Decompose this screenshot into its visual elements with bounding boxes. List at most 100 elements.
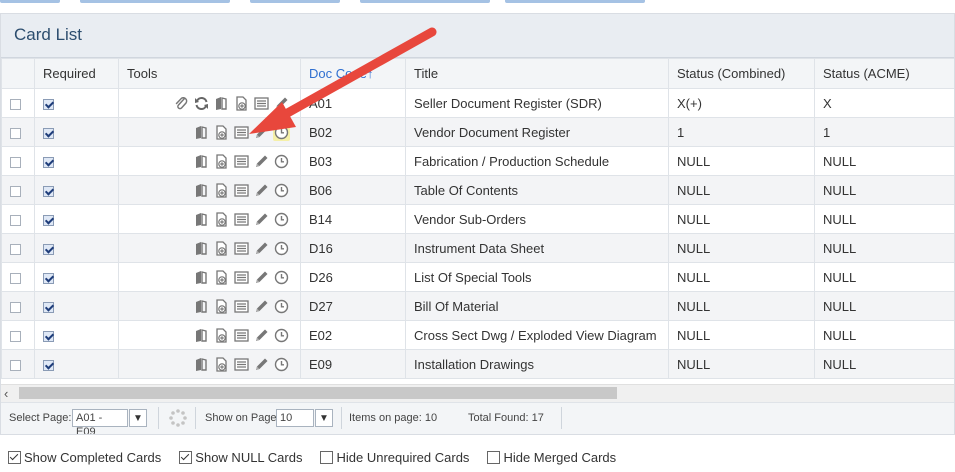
filter-option[interactable]: Hide Unrequired Cards: [320, 450, 469, 465]
list-icon[interactable]: [233, 356, 250, 373]
clock-icon[interactable]: [273, 123, 290, 141]
filter-option[interactable]: Show NULL Cards: [179, 450, 302, 465]
row-select-checkbox[interactable]: [10, 214, 21, 226]
list-icon[interactable]: [233, 298, 250, 315]
pencil-icon[interactable]: [253, 211, 270, 228]
add-doc-icon[interactable]: [213, 269, 230, 286]
copy-icon[interactable]: [193, 153, 210, 170]
required-checkbox[interactable]: [43, 185, 54, 197]
table-row[interactable]: D16 Instrument Data Sheet NULL NULL: [1, 233, 954, 263]
list-icon[interactable]: [233, 269, 250, 286]
required-checkbox[interactable]: [43, 272, 54, 284]
clock-icon[interactable]: [273, 240, 290, 257]
scroll-left-icon[interactable]: ‹: [4, 386, 8, 401]
add-doc-icon[interactable]: [213, 153, 230, 170]
pencil-icon[interactable]: [273, 95, 290, 112]
refresh-icon[interactable]: [193, 95, 210, 112]
pencil-icon[interactable]: [253, 240, 270, 257]
add-doc-icon[interactable]: [213, 356, 230, 373]
required-checkbox[interactable]: [43, 359, 54, 371]
copy-icon[interactable]: [213, 95, 230, 112]
add-doc-icon[interactable]: [213, 298, 230, 315]
list-icon[interactable]: [233, 327, 250, 344]
required-checkbox[interactable]: [43, 127, 54, 139]
paperclip-icon[interactable]: [173, 95, 190, 112]
clock-icon[interactable]: [273, 327, 290, 344]
copy-icon[interactable]: [193, 240, 210, 257]
copy-icon[interactable]: [193, 182, 210, 199]
list-icon[interactable]: [233, 240, 250, 257]
pencil-icon[interactable]: [253, 327, 270, 344]
list-icon[interactable]: [233, 211, 250, 228]
table-row[interactable]: B02 Vendor Document Register 1 1: [1, 117, 954, 147]
filter-option[interactable]: Show Completed Cards: [8, 450, 161, 465]
copy-icon[interactable]: [193, 327, 210, 344]
row-select-checkbox[interactable]: [10, 330, 21, 342]
list-icon[interactable]: [253, 95, 270, 112]
select-page-chevron-down-icon[interactable]: ▼: [129, 409, 147, 427]
copy-icon[interactable]: [193, 211, 210, 228]
required-checkbox[interactable]: [43, 301, 54, 313]
copy-icon[interactable]: [193, 298, 210, 315]
show-on-page-dropdown[interactable]: 10: [276, 409, 314, 427]
table-row[interactable]: D26 List Of Special Tools NULL NULL: [1, 262, 954, 292]
row-select-checkbox[interactable]: [10, 98, 21, 110]
row-select-checkbox[interactable]: [10, 301, 21, 313]
add-doc-icon[interactable]: [213, 182, 230, 199]
pencil-icon[interactable]: [253, 182, 270, 199]
clock-icon[interactable]: [273, 211, 290, 228]
filter-checkbox[interactable]: [179, 451, 193, 464]
table-row[interactable]: B03 Fabrication / Production Schedule NULL…: [1, 146, 954, 176]
table-row[interactable]: E02 Cross Sect Dwg / Exploded View Diagra…: [1, 320, 954, 350]
required-checkbox[interactable]: [43, 330, 54, 342]
clock-icon[interactable]: [273, 356, 290, 373]
filter-option[interactable]: Hide Merged Cards: [487, 450, 616, 465]
pencil-icon[interactable]: [253, 298, 270, 315]
add-doc-icon[interactable]: [213, 211, 230, 228]
pencil-icon[interactable]: [253, 124, 270, 141]
list-icon[interactable]: [233, 182, 250, 199]
add-doc-icon[interactable]: [213, 327, 230, 344]
table-row[interactable]: D27 Bill Of Material NULL NULL: [1, 291, 954, 321]
table-row[interactable]: B06 Table Of Contents NULL NULL: [1, 175, 954, 205]
copy-icon[interactable]: [193, 356, 210, 373]
row-select-checkbox[interactable]: [10, 185, 21, 197]
table-row[interactable]: B14 Vendor Sub-Orders NULL NULL: [1, 204, 954, 234]
clock-icon[interactable]: [273, 298, 290, 315]
filter-checkbox[interactable]: [8, 451, 21, 464]
required-checkbox[interactable]: [43, 243, 54, 255]
clock-icon[interactable]: [273, 269, 290, 286]
header-status-combined[interactable]: Status (Combined): [668, 58, 815, 89]
pencil-icon[interactable]: [253, 356, 270, 373]
row-select-checkbox[interactable]: [10, 243, 21, 255]
table-row[interactable]: E09 Installation Drawings NULL NULL: [1, 349, 954, 379]
copy-icon[interactable]: [193, 269, 210, 286]
list-icon[interactable]: [233, 124, 250, 141]
row-select-checkbox[interactable]: [10, 359, 21, 371]
pencil-icon[interactable]: [253, 153, 270, 170]
filter-checkbox[interactable]: [320, 451, 334, 464]
required-checkbox[interactable]: [43, 98, 54, 110]
add-doc-icon[interactable]: [213, 240, 230, 257]
copy-icon[interactable]: [193, 124, 210, 141]
add-doc-icon[interactable]: [233, 95, 250, 112]
filter-checkbox[interactable]: [487, 451, 501, 464]
select-page-dropdown[interactable]: A01 - E09: [72, 409, 128, 434]
show-on-page-chevron-down-icon[interactable]: ▼: [315, 409, 333, 427]
row-select-checkbox[interactable]: [10, 272, 21, 284]
required-checkbox[interactable]: [43, 156, 54, 168]
clock-icon[interactable]: [273, 153, 290, 170]
row-select-checkbox[interactable]: [10, 127, 21, 139]
add-doc-icon[interactable]: [213, 124, 230, 141]
header-tools[interactable]: Tools: [118, 58, 301, 89]
header-status-acme[interactable]: Status (ACME): [814, 58, 954, 89]
horizontal-scrollbar[interactable]: ‹: [1, 384, 954, 402]
header-required[interactable]: Required: [34, 58, 119, 89]
scroll-thumb[interactable]: [19, 387, 617, 399]
header-doc-code[interactable]: Doc Code↑: [300, 58, 406, 89]
row-select-checkbox[interactable]: [10, 156, 21, 168]
list-icon[interactable]: [233, 153, 250, 170]
header-doc-code-label[interactable]: Doc Code: [309, 66, 367, 81]
table-row[interactable]: A01 Seller Document Register (SDR) X(+) X: [1, 88, 954, 118]
required-checkbox[interactable]: [43, 214, 54, 226]
